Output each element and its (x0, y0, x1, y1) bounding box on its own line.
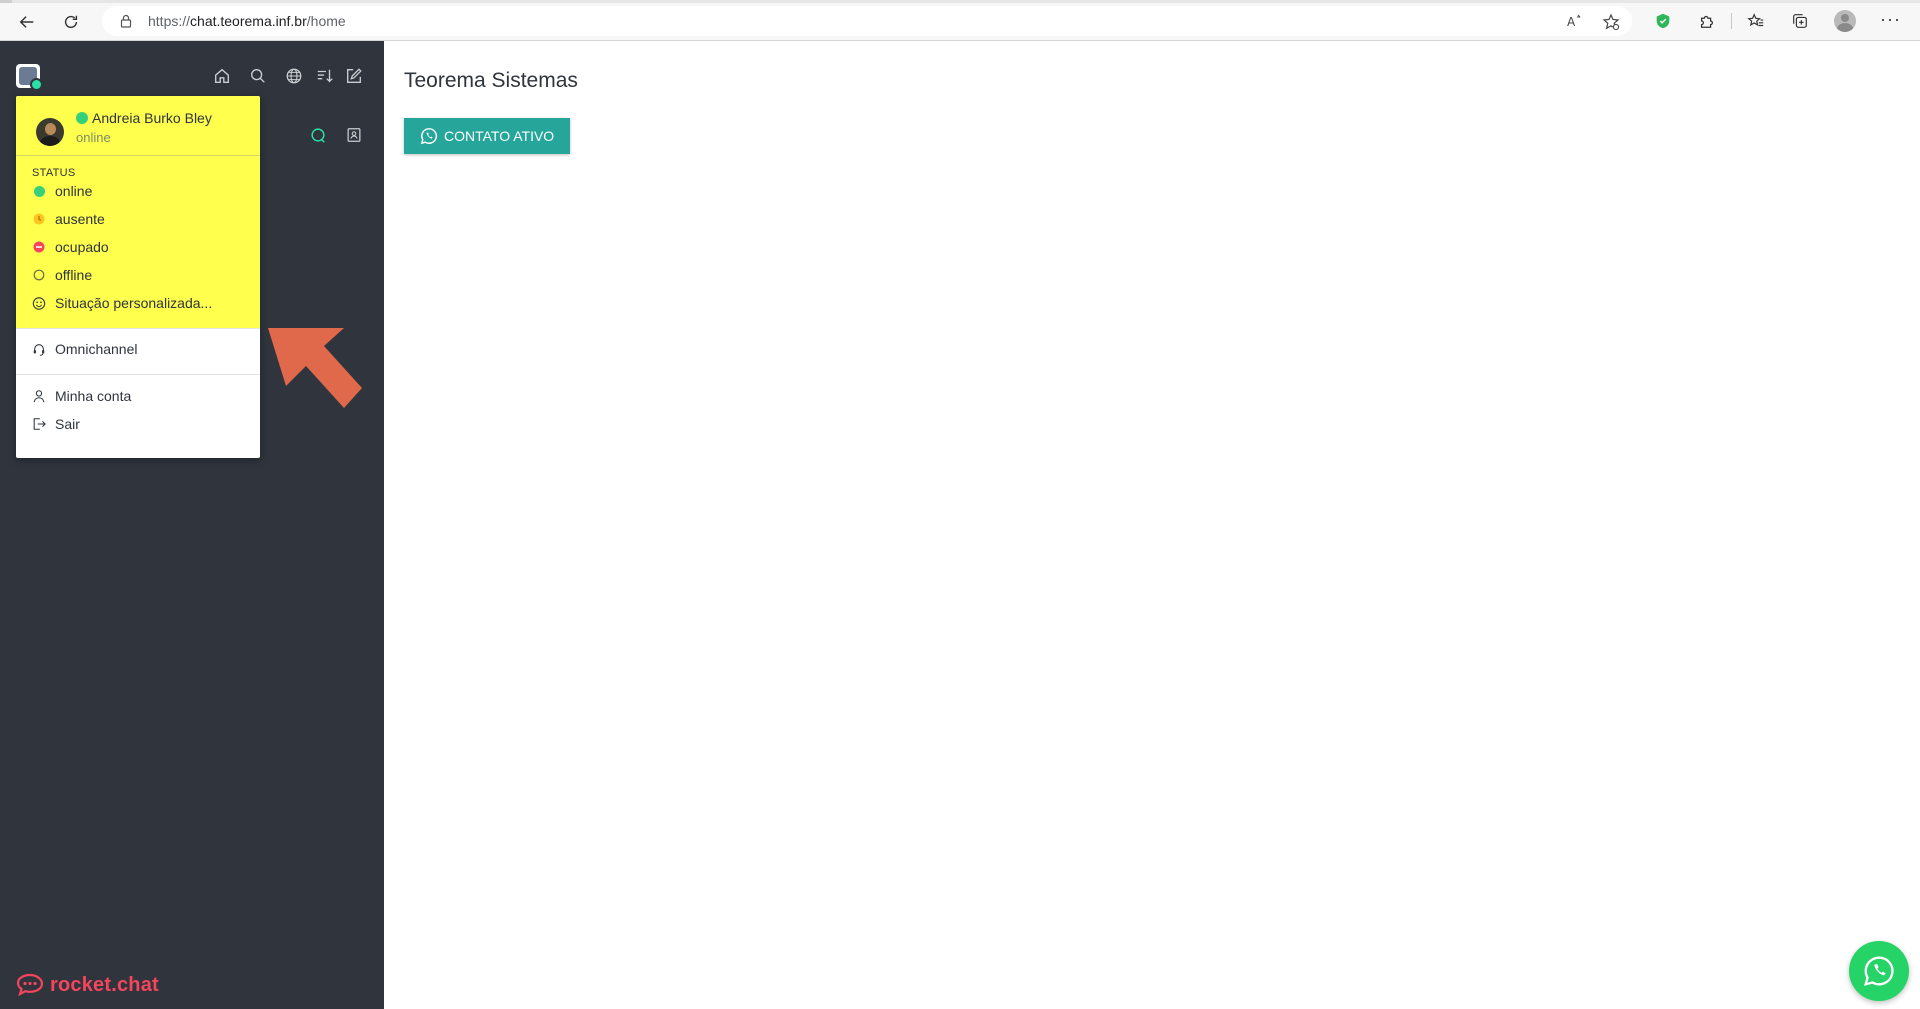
chat-bubble-icon (311, 128, 325, 143)
omnichannel-chat-button[interactable] (307, 124, 329, 146)
globe-icon (286, 68, 302, 84)
sidebar: rocket.chat Andreia Burko Bley online ST… (0, 41, 384, 1009)
contact-center-button[interactable] (343, 124, 365, 146)
lock-icon (120, 14, 132, 28)
shield-icon (1656, 13, 1670, 29)
whatsapp-icon (420, 128, 438, 145)
online-status-dot (30, 78, 43, 91)
extensions-button[interactable] (1697, 11, 1717, 31)
contact-ativo-button[interactable]: CONTATO ATIVO (404, 118, 571, 154)
profile-avatar[interactable] (1834, 10, 1856, 32)
edit-icon (347, 68, 362, 83)
shield-extension-button[interactable] (1653, 11, 1673, 31)
rocket-chat-logo: rocket.chat (16, 970, 159, 1000)
read-aloud-icon[interactable]: A (1566, 13, 1584, 31)
arrow-left-icon (19, 16, 34, 28)
svg-text:A: A (1567, 15, 1576, 29)
menu-user-avatar (36, 118, 64, 146)
status-option-busy[interactable]: ocupado (32, 236, 252, 258)
directory-button[interactable] (283, 65, 305, 87)
omnichannel-menu-item[interactable]: Omnichannel (32, 338, 252, 360)
favorites-button[interactable] (1746, 11, 1766, 31)
rocket-chat-logo-text: rocket.chat (50, 973, 159, 996)
collections-button[interactable] (1790, 11, 1810, 31)
status-option-away[interactable]: ausente (32, 208, 252, 230)
status-away-icon (33, 213, 45, 225)
toolbar-separator (1731, 13, 1732, 29)
sort-button[interactable] (314, 65, 336, 87)
user-menu-dropdown: Andreia Burko Bley online STATUS online … (16, 96, 260, 458)
user-icon (33, 390, 45, 403)
home-button[interactable] (211, 65, 233, 87)
menu-divider (16, 374, 260, 375)
refresh-icon (64, 15, 78, 29)
favorite-star-icon[interactable] (1602, 13, 1620, 31)
puzzle-icon (1700, 15, 1714, 28)
smiley-icon (32, 296, 46, 310)
status-option-online[interactable]: online (32, 180, 252, 202)
menu-user-status: online (76, 130, 111, 145)
sort-icon (317, 69, 333, 83)
status-busy-icon (33, 241, 45, 253)
favorites-list-icon (1747, 13, 1764, 27)
annotation-arrow-icon (268, 328, 362, 408)
url-text: https://chat.teorema.inf.br/home (148, 13, 346, 29)
headset-icon (33, 343, 45, 356)
tab-strip-line (0, 0, 1920, 3)
browser-toolbar: https://chat.teorema.inf.br/home A ··· (0, 0, 1920, 41)
status-online-icon (33, 185, 45, 197)
logout-menu-item[interactable]: Sair (32, 413, 252, 435)
collections-icon (1793, 14, 1807, 28)
address-bar[interactable]: https://chat.teorema.inf.br/home A (102, 6, 1632, 36)
my-account-menu-item[interactable]: Minha conta (32, 385, 252, 407)
menu-header-divider (16, 155, 260, 156)
home-icon (215, 68, 229, 83)
status-section-label: STATUS (32, 167, 76, 179)
custom-status-option[interactable]: Situação personalizada... (32, 292, 252, 314)
status-option-offline[interactable]: offline (32, 264, 252, 286)
online-status-dot (76, 112, 88, 124)
contact-book-icon (347, 128, 361, 142)
status-offline-icon (33, 269, 45, 281)
main-content: Teorema Sistemas CONTATO ATIVO (384, 41, 1920, 1009)
create-new-button[interactable] (343, 65, 365, 87)
menu-user-name: Andreia Burko Bley (92, 110, 212, 126)
page-title: Teorema Sistemas (404, 69, 578, 92)
whatsapp-fab-button[interactable] (1849, 941, 1909, 1001)
search-icon (251, 69, 265, 83)
whatsapp-icon (1864, 956, 1894, 986)
back-button[interactable] (14, 9, 40, 35)
sign-out-icon (33, 418, 46, 430)
rocket-chat-logo-icon (16, 973, 44, 997)
menu-divider (16, 328, 260, 329)
refresh-button[interactable] (58, 9, 84, 35)
more-menu-icon[interactable]: ··· (1880, 9, 1901, 30)
search-button[interactable] (247, 65, 269, 87)
menu-user-name-row: Andreia Burko Bley (76, 110, 212, 126)
user-avatar-button[interactable] (16, 64, 43, 91)
